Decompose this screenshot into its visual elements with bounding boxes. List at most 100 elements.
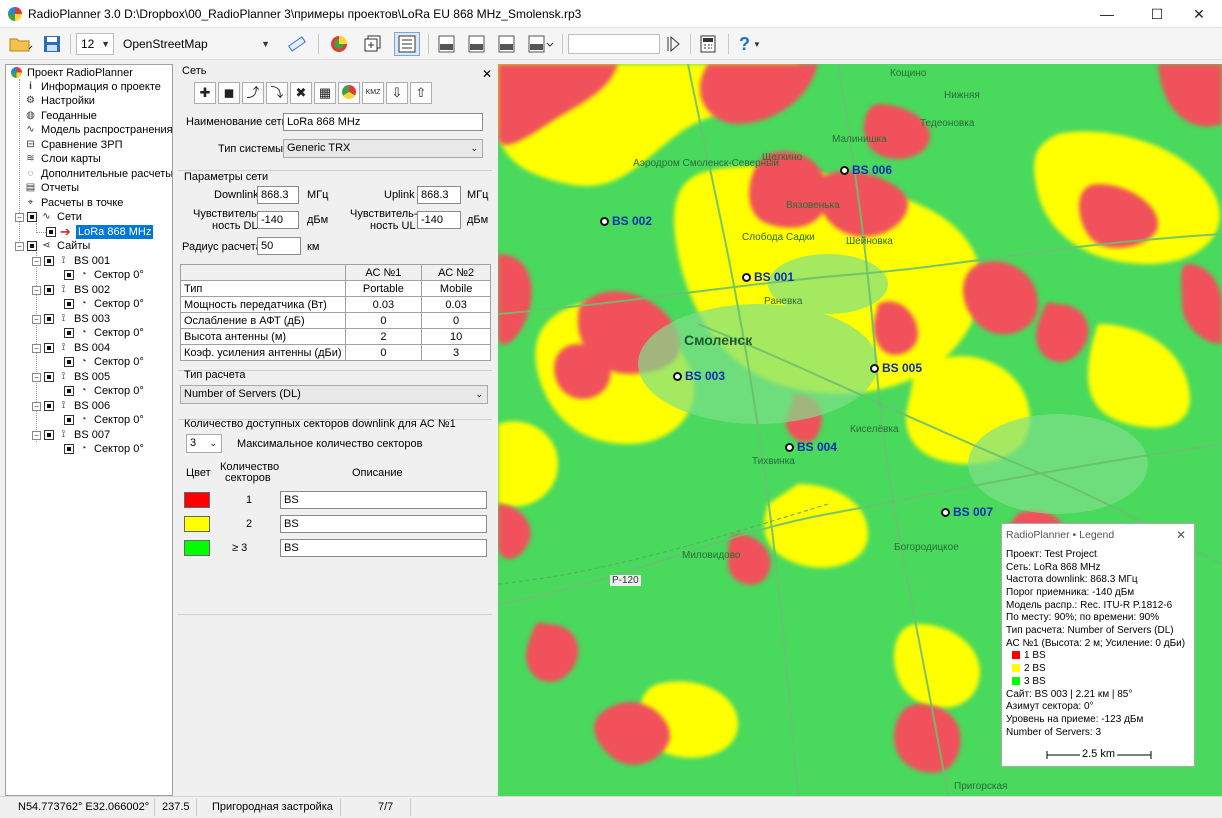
- site-marker-bs001[interactable]: BS 001: [742, 270, 794, 284]
- tree-item-sector[interactable]: ◔ Сектор 0°: [64, 268, 144, 282]
- checkbox-icon[interactable]: [64, 415, 74, 425]
- collapse-icon[interactable]: −: [15, 241, 24, 251]
- table-cell[interactable]: 0: [344, 312, 423, 329]
- tree-item-project[interactable]: Проект RadioPlanner: [10, 66, 133, 80]
- export-kmz-button[interactable]: [464, 32, 490, 56]
- tree-item-site[interactable]: − ⟟ BS 001: [32, 254, 110, 268]
- collapse-icon[interactable]: −: [32, 372, 41, 382]
- site-marker-bs006[interactable]: BS 006: [840, 163, 892, 177]
- legend-close-button[interactable]: ✕: [1176, 528, 1186, 542]
- tree-item-networks[interactable]: − ∿ Сети: [15, 210, 82, 224]
- site-marker-bs005[interactable]: BS 005: [870, 361, 922, 375]
- add-button[interactable]: ✚: [194, 82, 216, 104]
- table-cell[interactable]: Mobile: [421, 280, 491, 297]
- tree-item-site[interactable]: − ⟟ BS 003: [32, 312, 110, 326]
- checkbox-icon[interactable]: [64, 386, 74, 396]
- system-type-select[interactable]: Generic TRX ⌄: [283, 139, 483, 158]
- checkbox-icon[interactable]: [44, 343, 54, 353]
- tree-item-extra-calculations[interactable]: ◌ Дополнительные расчеты: [24, 167, 172, 181]
- tree-item-site[interactable]: − ⟟ BS 006: [32, 399, 110, 413]
- tree-item-coverage-comparison[interactable]: ⊟ Сравнение ЗРП: [24, 138, 122, 152]
- checkbox-icon[interactable]: [44, 256, 54, 266]
- checkbox-icon[interactable]: [64, 299, 74, 309]
- help-button[interactable]: ? ▼: [734, 32, 766, 56]
- radius-input[interactable]: 50: [257, 237, 301, 255]
- tree-item-settings[interactable]: ⚙ Настройки: [24, 94, 95, 108]
- save-button[interactable]: [40, 32, 64, 56]
- calc-type-select[interactable]: Number of Servers (DL) ⌄: [180, 385, 488, 404]
- max-sectors-select[interactable]: 3 ⌄: [186, 434, 222, 453]
- table-cell[interactable]: 0: [421, 312, 491, 329]
- tree-item-site[interactable]: − ⟟ BS 004: [32, 341, 110, 355]
- checkbox-icon[interactable]: [44, 401, 54, 411]
- table-cell[interactable]: 0: [344, 344, 423, 361]
- ruler-button[interactable]: [284, 32, 310, 56]
- level-description-input[interactable]: BS: [280, 515, 487, 533]
- checkbox-icon[interactable]: [64, 357, 74, 367]
- collapse-icon[interactable]: −: [32, 343, 41, 353]
- network-name-input[interactable]: LoRa 868 MHz: [283, 113, 483, 131]
- sens-ul-input[interactable]: -140: [417, 211, 461, 229]
- export-gis-button[interactable]: [524, 32, 556, 56]
- checkbox-icon[interactable]: [64, 270, 74, 280]
- map-source-select[interactable]: OpenStreetMap ▼: [118, 33, 274, 55]
- site-marker-bs003[interactable]: BS 003: [673, 369, 725, 383]
- tree-item-map-layers[interactable]: ≋ Слои карты: [24, 152, 101, 166]
- tree-item-site[interactable]: − ⟟ BS 002: [32, 283, 110, 297]
- collapse-icon[interactable]: −: [15, 212, 24, 222]
- site-marker-bs004[interactable]: BS 004: [785, 440, 837, 454]
- checkbox-icon[interactable]: [44, 285, 54, 295]
- list-view-button[interactable]: [394, 32, 420, 56]
- export-tiff-button[interactable]: [494, 32, 520, 56]
- collapse-icon[interactable]: −: [32, 314, 41, 324]
- checkbox-icon[interactable]: [44, 430, 54, 440]
- table-cell[interactable]: 2: [344, 328, 423, 345]
- go-button[interactable]: [662, 32, 684, 56]
- tree-item-point-calc[interactable]: ⌖ Расчеты в точке: [24, 196, 124, 210]
- tree-item-sector[interactable]: ◔ Сектор 0°: [64, 297, 144, 311]
- export-png-button[interactable]: [434, 32, 460, 56]
- tree-item-reports[interactable]: ▤ Отчеты: [24, 181, 79, 195]
- level-description-input[interactable]: BS: [280, 491, 487, 509]
- minimize-button[interactable]: —: [1084, 0, 1130, 28]
- checkbox-icon[interactable]: [64, 444, 74, 454]
- add-layer-button[interactable]: [360, 32, 386, 56]
- export-button[interactable]: ⇧: [410, 82, 432, 104]
- tree-item-sector[interactable]: ◔ Сектор 0°: [64, 413, 144, 427]
- tree-item-sector[interactable]: ◔ Сектор 0°: [64, 326, 144, 340]
- close-button[interactable]: ✕: [1176, 0, 1222, 28]
- collapse-icon[interactable]: −: [32, 256, 41, 266]
- level-color-swatch[interactable]: [184, 492, 210, 508]
- level-color-swatch[interactable]: [184, 516, 210, 532]
- coverage-button[interactable]: [338, 82, 360, 104]
- checkbox-icon[interactable]: [27, 241, 37, 251]
- tree-item-lora-network[interactable]: ➔ LoRa 868 MHz: [46, 225, 154, 239]
- table-cell[interactable]: 10: [421, 328, 491, 345]
- delete-button[interactable]: ✖: [290, 82, 312, 104]
- maximize-button[interactable]: ☐: [1134, 0, 1180, 28]
- uplink-input[interactable]: 868.3: [417, 186, 461, 204]
- checkbox-icon[interactable]: [44, 314, 54, 324]
- tree-item-sector[interactable]: ◔ Сектор 0°: [64, 442, 144, 456]
- tree-item-site[interactable]: − ⟟ BS 005: [32, 370, 110, 384]
- calculate-coverage-button[interactable]: [326, 32, 352, 56]
- table-cell[interactable]: 0.03: [344, 296, 423, 313]
- level-color-swatch[interactable]: [184, 540, 210, 556]
- calculator-button[interactable]: [696, 32, 720, 56]
- site-marker-bs002[interactable]: BS 002: [600, 214, 652, 228]
- panel-close-button[interactable]: ✕: [482, 67, 492, 81]
- level-description-input[interactable]: BS: [280, 539, 487, 557]
- checkbox-icon[interactable]: [44, 372, 54, 382]
- open-folder-button[interactable]: [6, 32, 36, 56]
- checkbox-icon[interactable]: [64, 328, 74, 338]
- site-marker-bs007[interactable]: BS 007: [941, 505, 993, 519]
- import-button[interactable]: ⇩: [386, 82, 408, 104]
- move-down-button[interactable]: ⤵: [266, 82, 288, 104]
- font-size-select[interactable]: 12 ▼: [76, 33, 114, 55]
- table-button[interactable]: ▦: [314, 82, 336, 104]
- table-cell[interactable]: Portable: [344, 280, 423, 297]
- tree-item-sector[interactable]: ◔ Сектор 0°: [64, 355, 144, 369]
- tree-item-sector[interactable]: ◔ Сектор 0°: [64, 384, 144, 398]
- table-cell[interactable]: 3: [421, 344, 491, 361]
- stop-button[interactable]: ◼: [218, 82, 240, 104]
